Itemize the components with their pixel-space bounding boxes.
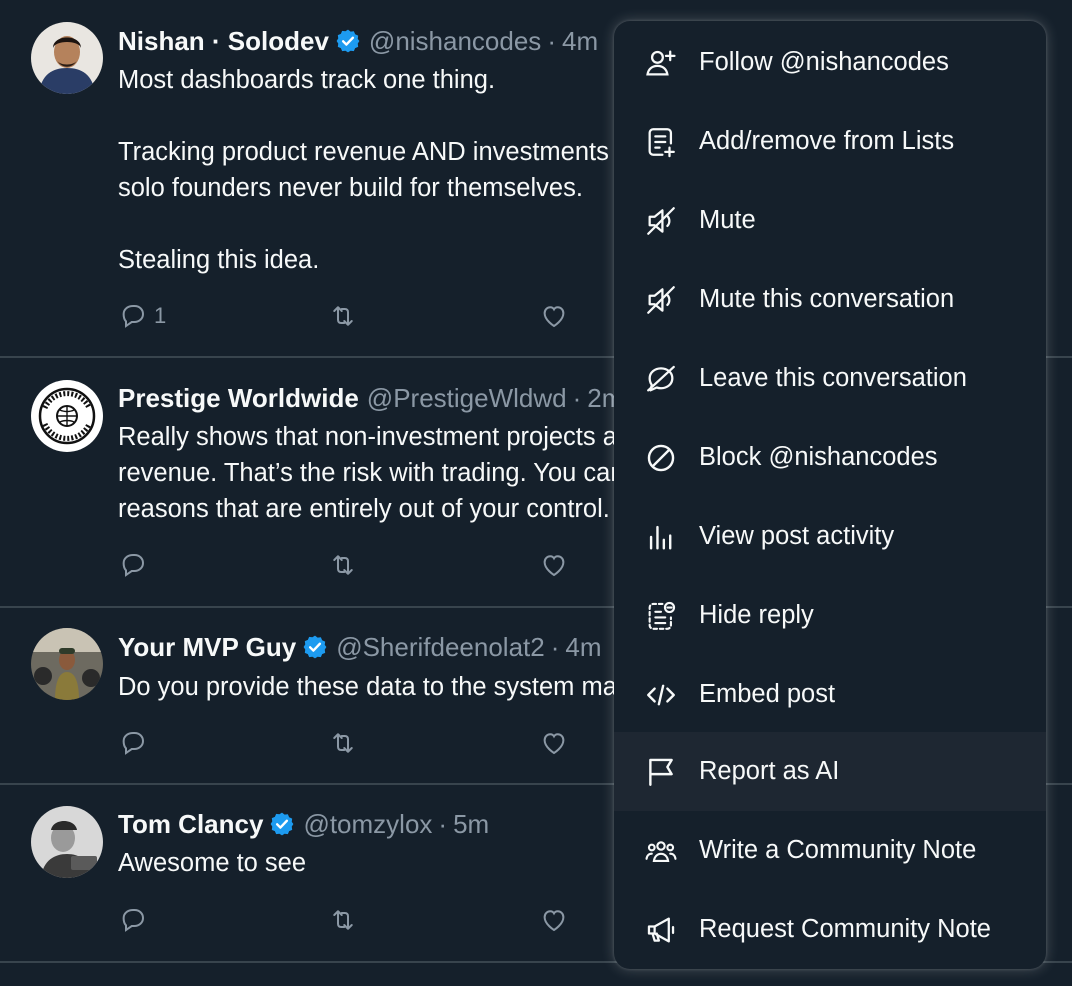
author-handle[interactable]: @nishancodes [369,26,541,57]
post-actions [118,550,598,580]
repost-icon [328,550,358,580]
avatar[interactable] [31,380,103,452]
author-name[interactable]: Prestige Worldwide [118,383,359,414]
reply-button[interactable] [118,728,154,758]
heart-icon [539,905,569,935]
menu-label: Hide reply [699,601,814,629]
menu-label: Request Community Note [699,915,991,943]
block-icon [644,441,678,475]
author-name[interactable]: Tom Clancy [118,809,263,840]
verified-badge-icon [269,811,295,837]
post-actions [118,728,598,758]
menu-item-leave-conversation[interactable]: Leave this conversation [614,339,1046,418]
menu-item-embed[interactable]: Embed post [614,655,1046,734]
menu-item-lists[interactable]: Add/remove from Lists [614,102,1046,181]
separator-dot: · [572,382,582,413]
reply-button[interactable] [118,905,154,935]
reply-icon [118,905,148,935]
menu-item-follow[interactable]: Follow @nishancodes [614,23,1046,102]
author-name[interactable]: Your MVP Guy [118,632,296,663]
megaphone-icon [644,913,678,947]
avatar[interactable] [31,22,103,94]
repost-icon [328,905,358,935]
flag-icon [644,755,678,789]
activity-icon [644,520,678,554]
reply-icon [118,550,148,580]
avatar[interactable] [31,806,103,878]
menu-item-hide-reply[interactable]: Hide reply [614,576,1046,655]
follow-user-icon [644,46,678,80]
repost-icon [328,301,358,331]
author-handle[interactable]: @PrestigeWldwd [367,383,567,414]
menu-label: Follow @nishancodes [699,48,949,76]
menu-item-report-ai[interactable]: Report as AI [614,732,1046,811]
author-handle[interactable]: @Sherifdeenolat2 [336,632,545,663]
reply-icon [118,728,148,758]
reply-icon [118,301,148,331]
menu-item-block[interactable]: Block @nishancodes [614,418,1046,497]
heart-icon [539,301,569,331]
post-time[interactable]: 4m [565,632,601,663]
menu-label: Write a Community Note [699,836,977,864]
separator-dot: · [550,631,560,662]
repost-button[interactable] [328,550,358,580]
repost-button[interactable] [328,905,358,935]
menu-label: Embed post [699,680,836,708]
menu-label: Report as AI [699,757,840,785]
menu-label: Add/remove from Lists [699,127,955,155]
post-actions: 1 [118,301,598,331]
hide-reply-icon [644,599,678,633]
post-time[interactable]: 4m [562,26,598,57]
mute-icon [644,204,678,238]
post-time[interactable]: 5m [453,809,489,840]
reply-button[interactable]: 1 [118,301,166,331]
like-button[interactable] [539,301,569,331]
menu-label: Leave this conversation [699,364,967,392]
mute-conversation-icon [644,283,678,317]
post-actions [118,905,598,935]
verified-badge-icon [302,634,328,660]
post-options-menu: Follow @nishancodes Add/remove from List… [614,21,1046,969]
like-button[interactable] [539,550,569,580]
reply-count: 1 [154,303,167,328]
like-button[interactable] [539,905,569,935]
author-handle[interactable]: @tomzylox [303,809,432,840]
embed-icon [644,678,678,712]
separator-dot: · [547,25,556,56]
menu-label: Block @nishancodes [699,443,938,471]
menu-item-request-community-note[interactable]: Request Community Note [614,890,1046,969]
repost-button[interactable] [328,301,358,331]
menu-item-mute[interactable]: Mute [614,181,1046,260]
community-icon [644,834,678,868]
avatar[interactable] [31,628,103,700]
menu-label: Mute this conversation [699,285,955,313]
reply-button[interactable] [118,550,154,580]
lists-icon [644,125,678,159]
separator-dot: · [438,808,448,839]
menu-label: View post activity [699,522,895,550]
menu-item-view-activity[interactable]: View post activity [614,497,1046,576]
author-name[interactable]: Nishan · Solodev [118,26,329,57]
heart-icon [539,728,569,758]
verified-badge-icon [335,28,361,54]
leave-conversation-icon [644,362,678,396]
like-button[interactable] [539,728,569,758]
repost-icon [328,728,358,758]
repost-button[interactable] [328,728,358,758]
menu-item-write-community-note[interactable]: Write a Community Note [614,811,1046,890]
menu-label: Mute [699,206,756,234]
heart-icon [539,550,569,580]
menu-item-mute-conversation[interactable]: Mute this conversation [614,260,1046,339]
